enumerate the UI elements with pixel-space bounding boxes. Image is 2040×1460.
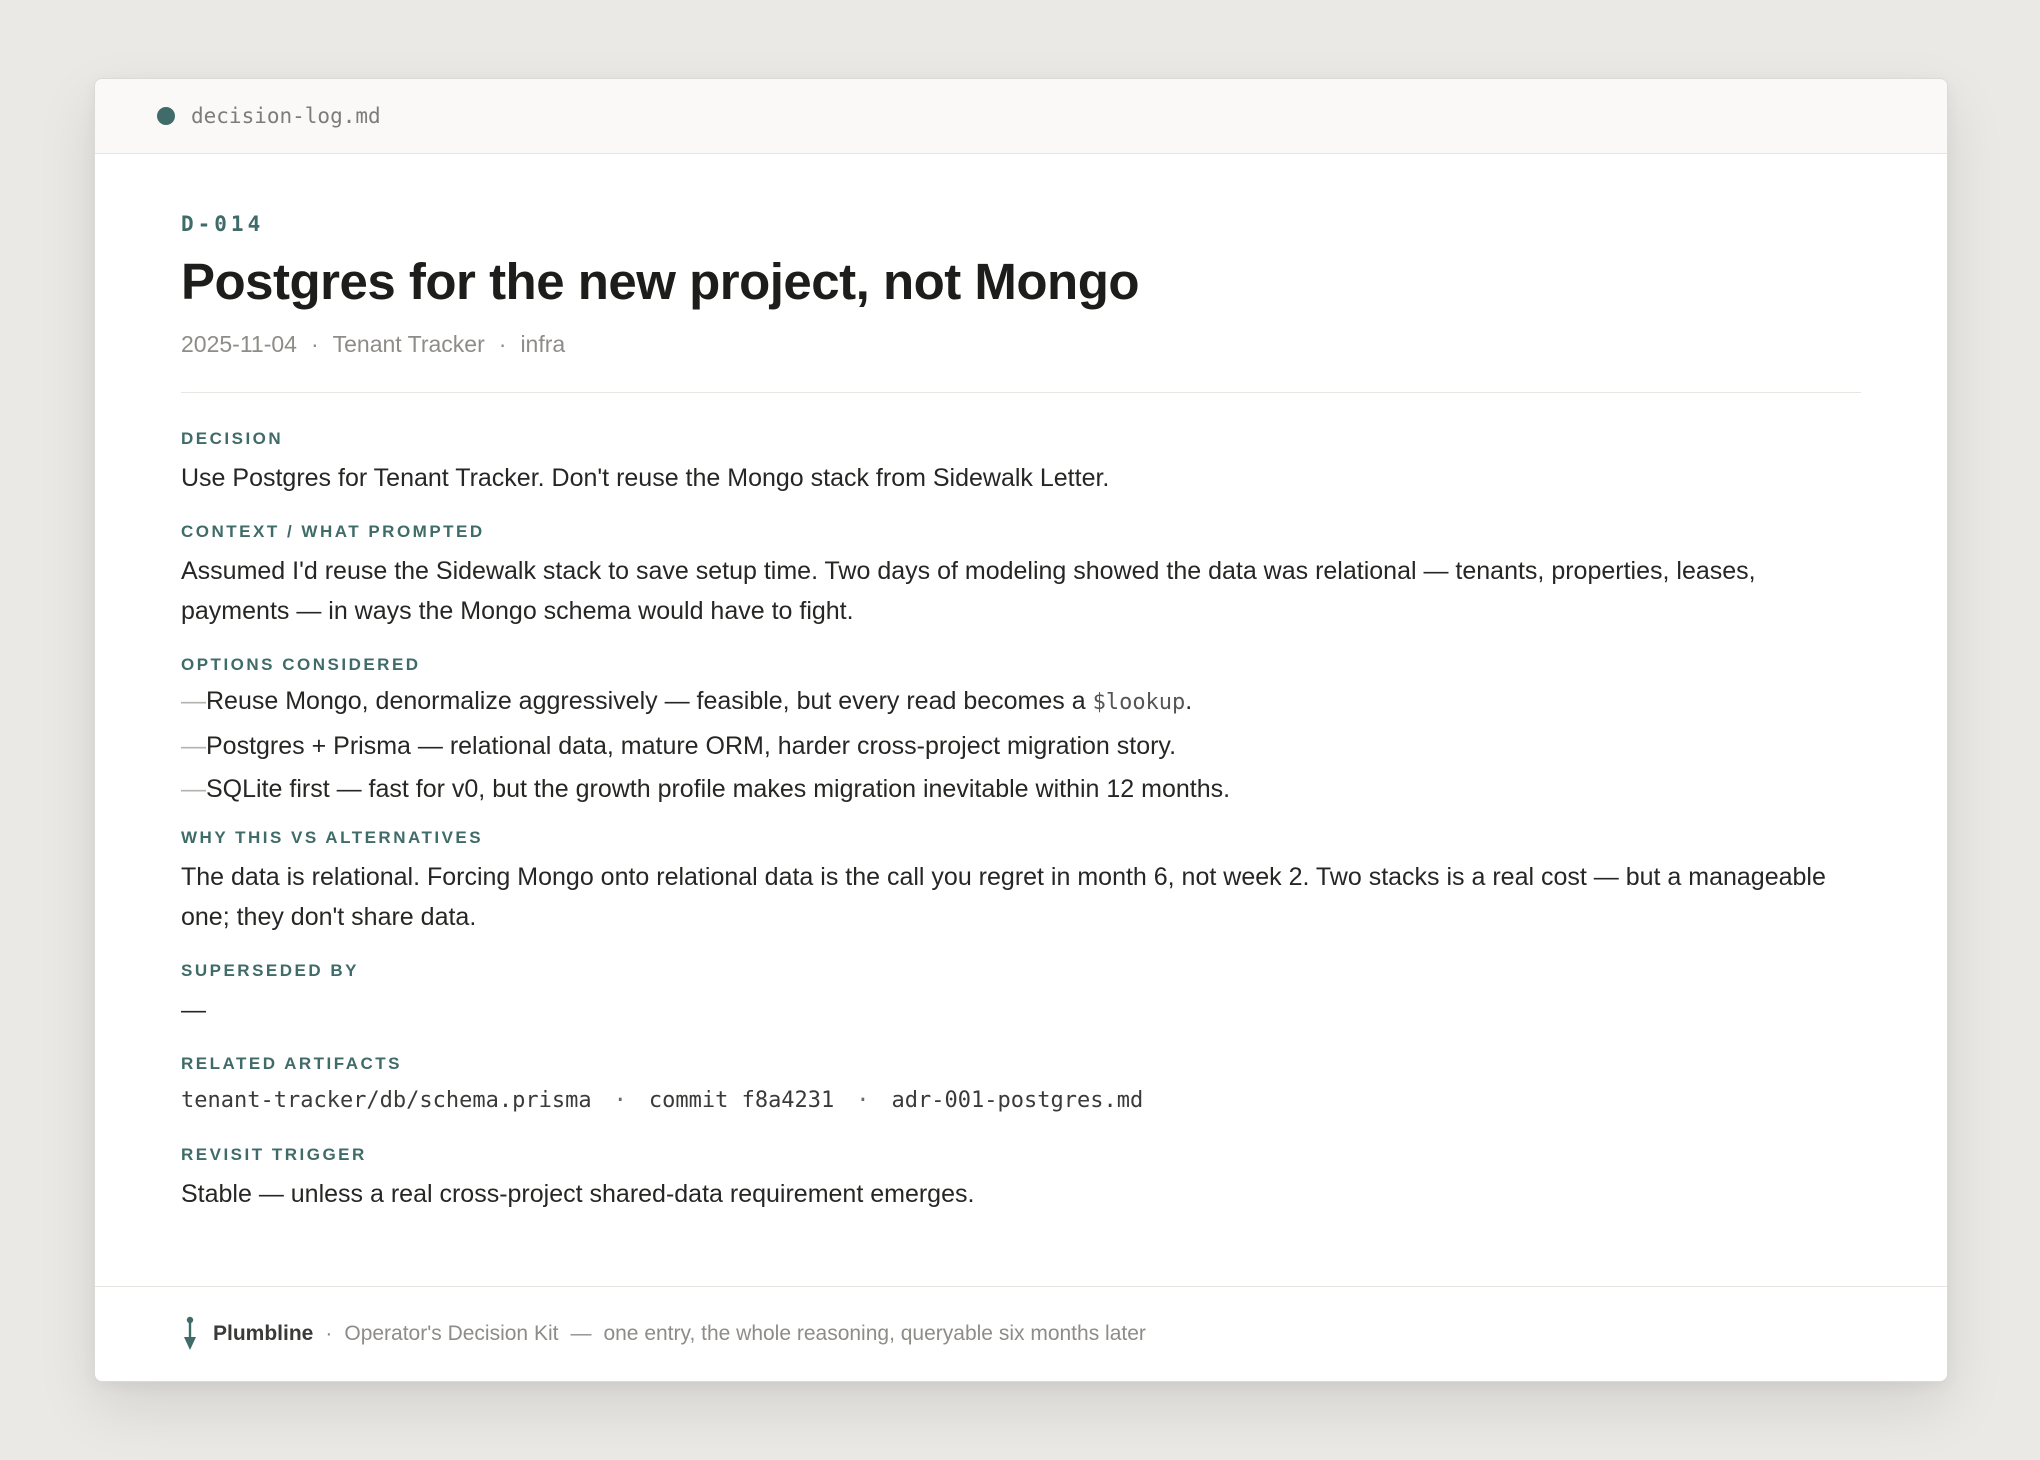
section-options: OPTIONS CONSIDERED —Reuse Mongo, denorma… <box>181 655 1861 806</box>
page-footer: Plumbline · Operator's Decision Kit — on… <box>95 1286 1947 1381</box>
section-label: REVISIT TRIGGER <box>181 1145 367 1164</box>
option-text: SQLite first — fast for v0, but the grow… <box>206 775 1231 803</box>
document-window: decision-log.md D-014 Postgres for the n… <box>94 78 1948 1382</box>
meta-separator: · <box>498 331 507 357</box>
list-item: —Reuse Mongo, denormalize aggressively —… <box>181 684 1861 720</box>
option-text: Postgres + Prisma — relational data, mat… <box>206 732 1177 760</box>
list-dash: — <box>181 732 206 760</box>
window-titlebar: decision-log.md <box>95 79 1947 154</box>
section-text: The data is relational. Forcing Mongo on… <box>181 863 1826 931</box>
section-decision: DECISION Use Postgres for Tenant Tracker… <box>181 429 1861 498</box>
artifact-link[interactable]: commit f8a4231 <box>649 1088 834 1113</box>
artifact-link[interactable]: tenant-tracker/db/schema.prisma <box>181 1088 592 1113</box>
entry-content: D-014 Postgres for the new project, not … <box>95 154 1947 1214</box>
section-text: Use Postgres for Tenant Tracker. Don't r… <box>181 464 1110 492</box>
entry-tag: infra <box>520 331 566 357</box>
entry-title: Postgres for the new project, not Mongo <box>181 253 1140 310</box>
file-name: decision-log.md <box>191 104 381 128</box>
footer-dash: — <box>570 1322 592 1345</box>
section-text: Stable — unless a real cross-project sha… <box>181 1180 975 1208</box>
footer-separator: · <box>325 1322 333 1345</box>
section-label: WHY THIS VS ALTERNATIVES <box>181 828 484 847</box>
list-item: —Postgres + Prisma — relational data, ma… <box>181 729 1861 763</box>
section-artifacts: RELATED ARTIFACTS tenant-tracker/db/sche… <box>181 1054 1861 1119</box>
section-label: OPTIONS CONSIDERED <box>181 655 421 674</box>
inline-code: $lookup <box>1092 690 1186 715</box>
artifact-link[interactable]: adr-001-postgres.md <box>892 1088 1144 1113</box>
footer-tagline: one entry, the whole reasoning, queryabl… <box>603 1322 1146 1345</box>
list-dash: — <box>181 775 206 803</box>
product-name: Operator's Decision Kit <box>344 1322 559 1345</box>
section-label: CONTEXT / WHAT PROMPTED <box>181 522 485 541</box>
section-text: Assumed I'd reuse the Sidewalk stack to … <box>181 557 1756 625</box>
option-suffix: . <box>1185 687 1193 715</box>
section-context: CONTEXT / WHAT PROMPTED Assumed I'd reus… <box>181 522 1861 631</box>
entry-date: 2025-11-04 <box>181 331 297 357</box>
file-status-dot <box>157 107 175 125</box>
artifacts-list: tenant-tracker/db/schema.prisma · commit f… <box>181 1083 1861 1119</box>
artifact-separator: · <box>613 1088 627 1113</box>
options-list: —Reuse Mongo, denormalize aggressively —… <box>181 684 1861 806</box>
entry-project: Tenant Tracker <box>332 331 485 357</box>
brand-name: Plumbline <box>213 1322 314 1345</box>
list-item: —SQLite first — fast for v0, but the gro… <box>181 772 1861 806</box>
artifact-separator: · <box>856 1088 870 1113</box>
entry-id: D-014 <box>181 212 265 236</box>
section-label: RELATED ARTIFACTS <box>181 1054 402 1073</box>
section-label: SUPERSEDED BY <box>181 961 359 980</box>
entry-meta: 2025-11-04 · Tenant Tracker · infra <box>181 331 1861 358</box>
meta-separator: · <box>310 331 319 357</box>
section-why: WHY THIS VS ALTERNATIVES The data is rel… <box>181 828 1861 937</box>
option-text: Reuse Mongo, denormalize aggressively — … <box>206 687 1093 715</box>
section-superseded: SUPERSEDED BY — <box>181 961 1861 1030</box>
section-revisit: REVISIT TRIGGER Stable — unless a real c… <box>181 1145 1861 1214</box>
header-divider <box>181 392 1861 393</box>
plumb-bob-icon <box>184 1316 196 1350</box>
section-text: — <box>181 996 206 1024</box>
section-label: DECISION <box>181 429 284 448</box>
list-dash: — <box>181 687 206 715</box>
